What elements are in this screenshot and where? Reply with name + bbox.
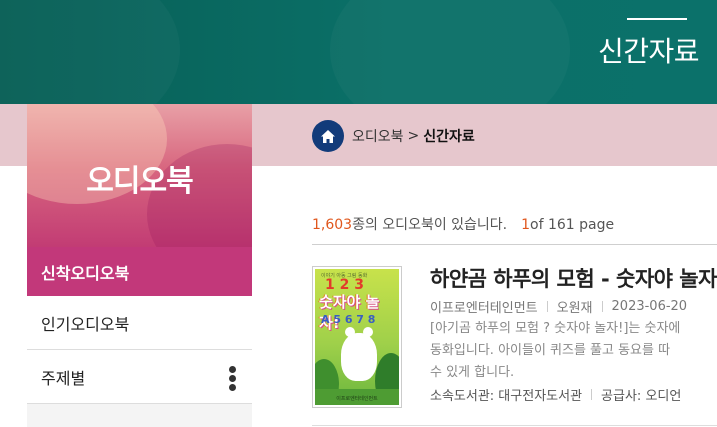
page-total-text: of 161 page bbox=[530, 217, 615, 233]
cover-letters: A 5 6 7 8 bbox=[321, 313, 376, 326]
current-page: 1 bbox=[521, 217, 531, 233]
page-title: 신간자료 bbox=[598, 35, 700, 68]
meta-divider bbox=[601, 301, 603, 312]
bear-illustration bbox=[341, 327, 377, 381]
cover-title: 숫자야 놀자! bbox=[319, 293, 380, 332]
result-count: 1,603 bbox=[312, 217, 353, 233]
book-library: 소속도서관: 대구전자도서관 bbox=[430, 389, 583, 404]
book-description: [아기곰 하푸의 모험 ? 숫자야 놀자!]는 숫자에 동화입니다. 아이들이 … bbox=[430, 318, 717, 384]
sidebar-banner: 오디오북 bbox=[27, 104, 252, 247]
book-author: 오원재 bbox=[556, 301, 593, 316]
header-decoration bbox=[330, 0, 570, 104]
meta-divider bbox=[546, 301, 548, 312]
breadcrumb-section[interactable]: 오디오북 bbox=[352, 126, 404, 146]
item-divider bbox=[312, 425, 717, 426]
sidebar-item-label: 주제별 bbox=[41, 368, 86, 388]
book-meta: 이프로엔터테인먼트 오원재 2023-06-20 bbox=[430, 297, 687, 316]
sidebar-item-label: 신착오디오북 bbox=[41, 263, 130, 283]
description-line: [아기곰 하푸의 모험 ? 숫자야 놀자!]는 숫자에 bbox=[430, 321, 681, 336]
description-line: 동화입니다. 아이들이 퀴즈를 풀고 동요를 따 bbox=[430, 343, 671, 358]
sidebar-item-popular-audiobooks[interactable]: 인기오디오북 bbox=[27, 296, 252, 350]
sidebar-item-label: 인기오디오북 bbox=[41, 314, 130, 334]
home-icon[interactable] bbox=[312, 120, 344, 152]
sidebar: 오디오북 신착오디오북 인기오디오북 주제별 bbox=[27, 104, 252, 427]
breadcrumb-current: 신간자료 bbox=[423, 129, 475, 145]
book-cover-image: 이야기 아동 그림 동화 1 2 3 숫자야 놀자! A 5 6 7 8 이프로… bbox=[315, 269, 399, 405]
header-decoration bbox=[0, 0, 180, 104]
more-vertical-icon[interactable] bbox=[228, 366, 236, 393]
book-date: 2023-06-20 bbox=[611, 299, 688, 314]
book-cover[interactable]: 이야기 아동 그림 동화 1 2 3 숫자야 놀자! A 5 6 7 8 이프로… bbox=[312, 266, 402, 408]
book-supplier: 공급사: 오디언 bbox=[601, 389, 682, 404]
description-line: 수 있게 합니다. bbox=[430, 365, 515, 380]
result-summary: 1,603 종의 오디오북이 있습니다. 1 of 161 page bbox=[312, 214, 614, 234]
meta-divider bbox=[591, 389, 593, 400]
title-underline bbox=[627, 18, 687, 20]
result-count-text: 종의 오디오북이 있습니다. bbox=[352, 217, 508, 233]
cover-publisher: 이프로엔터테인먼트 bbox=[336, 396, 378, 402]
sidebar-item-subject[interactable]: 주제별 bbox=[27, 350, 252, 404]
sidebar-gutter bbox=[0, 166, 27, 427]
breadcrumb-separator: > bbox=[407, 128, 420, 144]
breadcrumb: 오디오북 > 신간자료 bbox=[312, 120, 475, 152]
sidebar-title: 오디오북 bbox=[86, 164, 193, 199]
book-library-info: 소속도서관: 대구전자도서관 공급사: 오디언 bbox=[430, 385, 681, 404]
list-divider bbox=[312, 244, 717, 245]
book-title[interactable]: 하얀곰 하푸의 모험 - 숫자야 놀자! bbox=[430, 263, 717, 293]
book-publisher: 이프로엔터테인먼트 bbox=[430, 301, 538, 316]
sidebar-item-new-audiobooks[interactable]: 신착오디오북 bbox=[27, 247, 252, 296]
page-header: 신간자료 bbox=[0, 0, 717, 104]
